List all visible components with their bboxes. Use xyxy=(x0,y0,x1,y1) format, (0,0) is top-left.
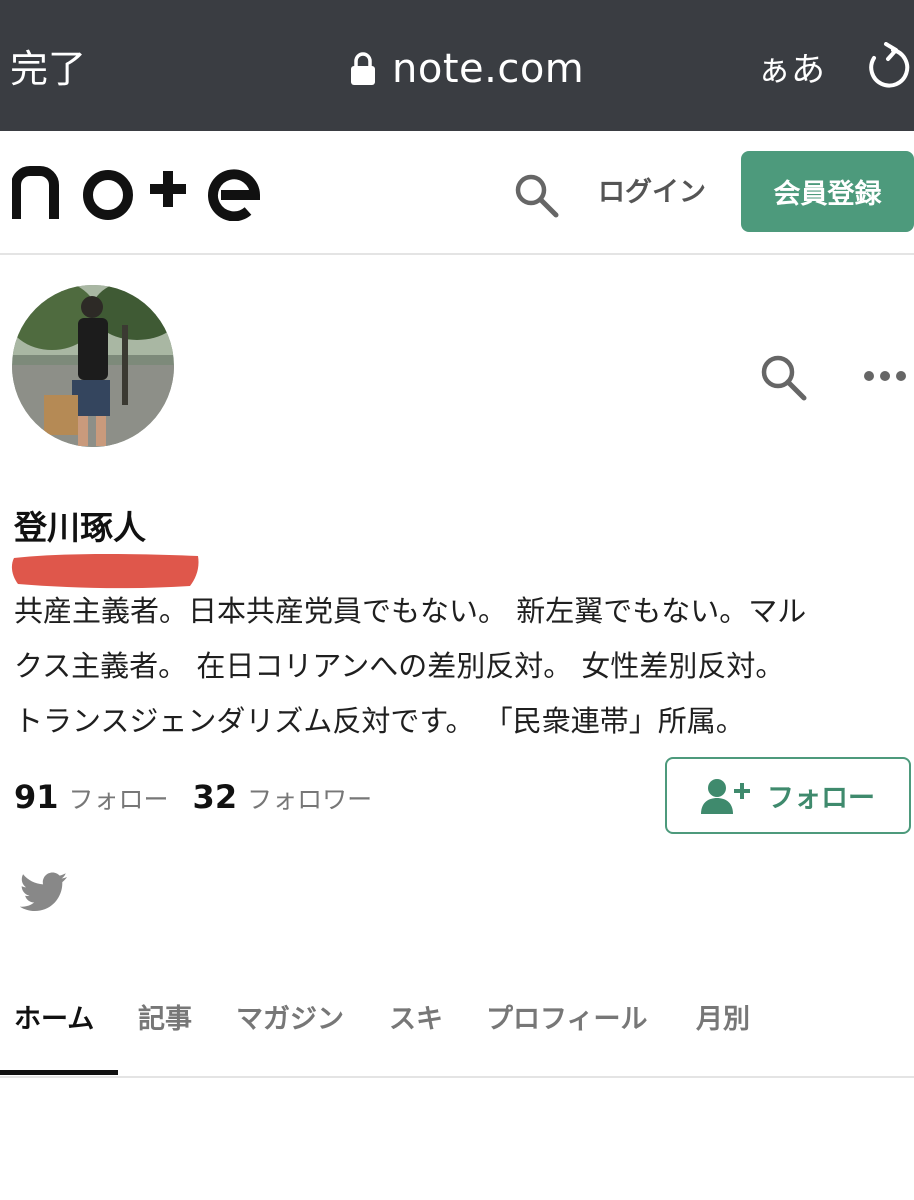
followers-count[interactable]: 32 xyxy=(193,778,238,816)
tab-profile[interactable]: プロフィール xyxy=(486,1000,647,1040)
tab-likes[interactable]: スキ xyxy=(389,1000,443,1040)
profile-bio: 共産主義者。日本共産党員でもない。 新左翼でもない。マル クス主義者。 在日コリ… xyxy=(14,584,914,749)
more-horizontal-icon[interactable] xyxy=(863,362,907,390)
follow-stats: 91 フォロー 32 フォロワー xyxy=(14,778,372,828)
tab-monthly[interactable]: 月別 xyxy=(696,1000,750,1040)
bio-line: 共産主義者。日本共産党員でもない。 新左翼でもない。マル xyxy=(14,594,807,628)
redaction-mark xyxy=(11,554,199,589)
active-tab-indicator xyxy=(0,1070,118,1075)
profile-tabs: ホーム 記事 マガジン スキ プロフィール 月別 xyxy=(0,990,914,1078)
add-user-icon xyxy=(701,778,750,814)
profile-name: 登川琢人 xyxy=(14,508,146,547)
following-count[interactable]: 91 xyxy=(14,778,59,816)
bio-line: クス主義者。 在日コリアンへの差別反対。 女性差別反対。 xyxy=(14,649,785,683)
login-link[interactable]: ログイン xyxy=(598,171,706,215)
tab-articles[interactable]: 記事 xyxy=(138,1000,192,1040)
tab-home[interactable]: ホーム xyxy=(14,1000,94,1040)
reload-icon[interactable] xyxy=(862,42,910,94)
register-button[interactable]: 会員登録 xyxy=(741,151,914,232)
bio-line: トランスジェンダリズム反対です。 「民衆連帯」所属。 xyxy=(14,704,745,738)
lock-icon xyxy=(351,52,375,85)
text-size-button[interactable]: ぁあ xyxy=(757,46,825,94)
following-label[interactable]: フォロー xyxy=(69,780,169,816)
follow-button-label: フォロー xyxy=(767,783,875,814)
tab-magazines[interactable]: マガジン xyxy=(236,1000,344,1040)
browser-toolbar: 完了 note.com ぁあ xyxy=(0,0,914,131)
search-icon[interactable] xyxy=(512,171,560,219)
url-text: note.com xyxy=(392,46,585,92)
followers-label[interactable]: フォロワー xyxy=(247,780,372,816)
note-logo[interactable]: note xyxy=(12,165,260,221)
twitter-icon[interactable] xyxy=(20,872,68,912)
avatar-photo xyxy=(12,285,174,447)
done-button[interactable]: 完了 xyxy=(10,44,86,94)
avatar[interactable] xyxy=(12,285,174,447)
follow-button[interactable]: フォロー xyxy=(665,757,911,834)
address-bar[interactable]: note.com xyxy=(350,42,584,96)
profile-search-icon[interactable] xyxy=(758,352,808,402)
site-header: note ログイン 会員登録 xyxy=(0,131,914,255)
